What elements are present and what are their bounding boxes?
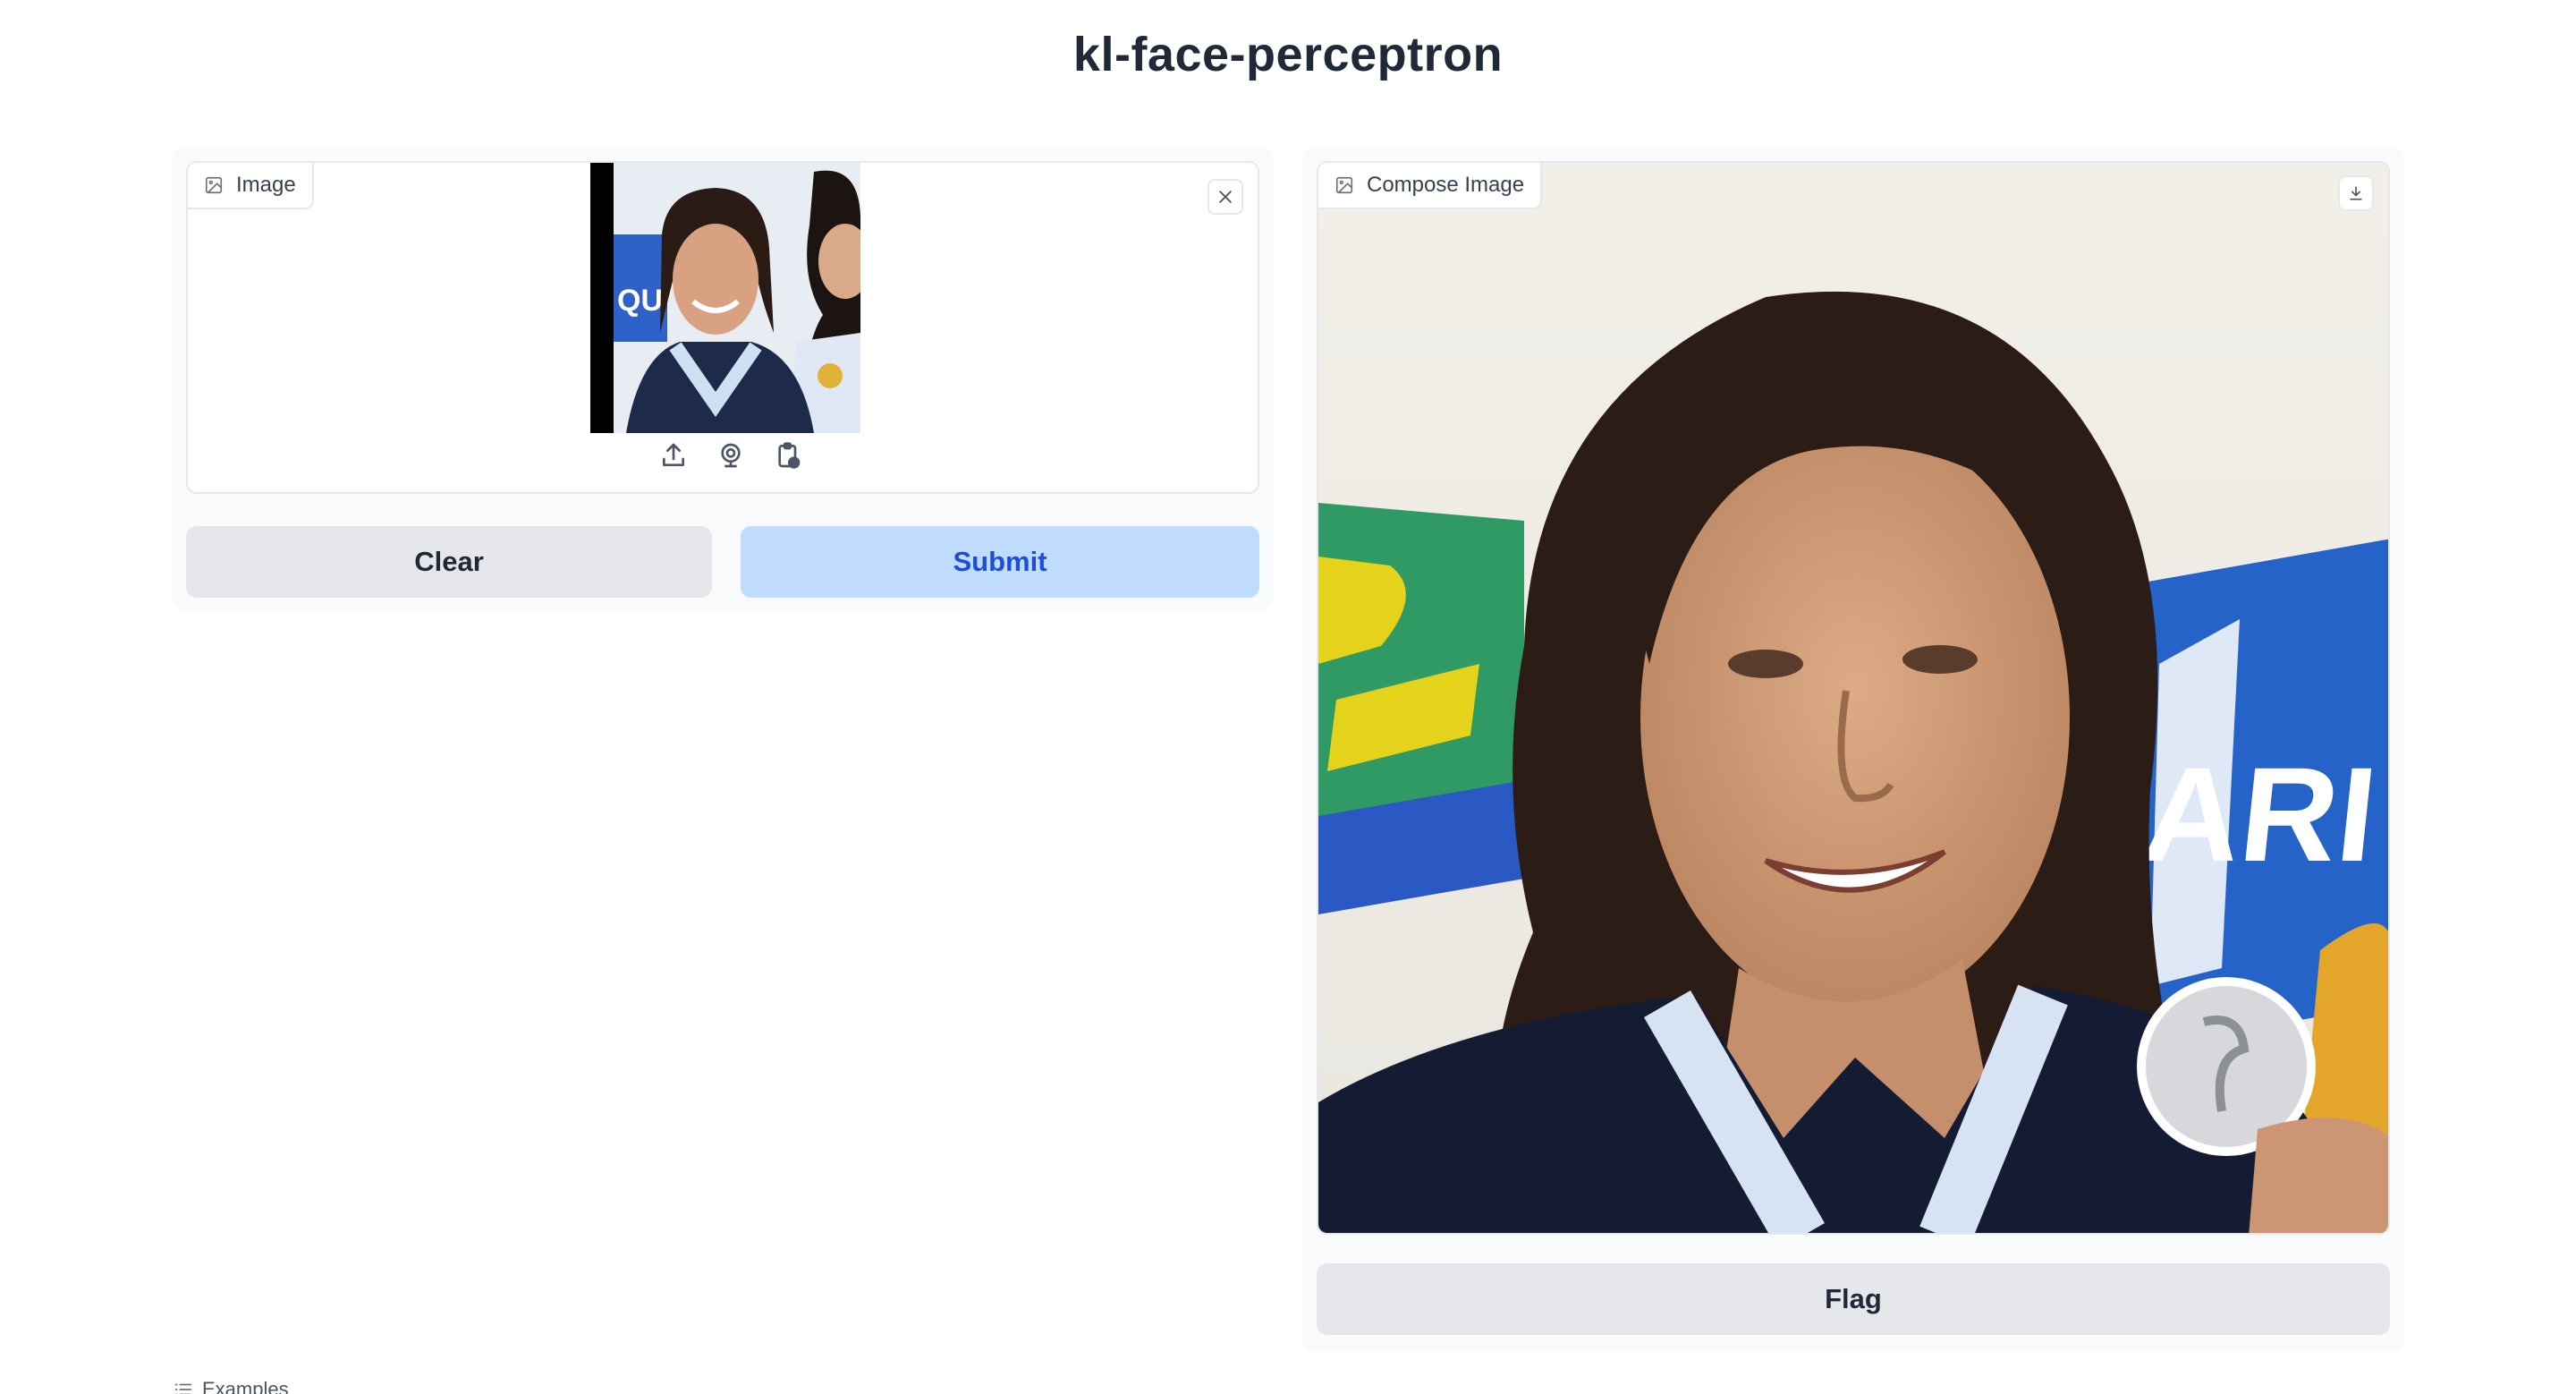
svg-text:QU: QU: [617, 284, 663, 318]
image-input-block[interactable]: Image QU: [186, 161, 1259, 494]
close-icon: [1219, 191, 1232, 203]
image-input-label-text: Image: [236, 173, 296, 197]
page-title: kl-face-perceptron: [1072, 28, 1504, 81]
input-panel: Image QU Clear Submit: [172, 147, 1274, 610]
clipboard-icon: [778, 442, 801, 469]
flag-button[interactable]: Flag: [1317, 1263, 2390, 1335]
svg-text:ARI: ARI: [2137, 739, 2384, 889]
image-icon: [1335, 176, 1353, 194]
list-icon: [174, 1383, 192, 1394]
examples-header[interactable]: Examples: [174, 1378, 289, 1394]
clear-image-button[interactable]: [1208, 179, 1243, 215]
compose-image-block: ARI Compose Image: [1317, 161, 2390, 1235]
compose-image-label: Compose Image: [1318, 163, 1543, 209]
download-icon: [2350, 186, 2362, 200]
examples-label: Examples: [202, 1378, 289, 1394]
compose-image-label-text: Compose Image: [1367, 173, 1525, 197]
clear-button[interactable]: Clear: [186, 526, 712, 598]
output-panel: ARI Compose Image Flag: [1302, 147, 2404, 1351]
webcam-source-button[interactable]: [716, 440, 746, 471]
download-button[interactable]: [2338, 175, 2374, 211]
submit-button[interactable]: Submit: [741, 526, 1259, 598]
image-icon: [205, 176, 223, 194]
upload-source-button[interactable]: [658, 440, 689, 471]
compose-image-output: ARI: [1318, 163, 2388, 1233]
image-input-label: Image: [188, 163, 314, 209]
clipboard-source-button[interactable]: [773, 440, 803, 471]
image-source-selector: [658, 440, 803, 471]
input-image-preview: QU: [590, 163, 860, 433]
webcam-icon: [721, 443, 741, 468]
upload-icon: [663, 443, 684, 466]
